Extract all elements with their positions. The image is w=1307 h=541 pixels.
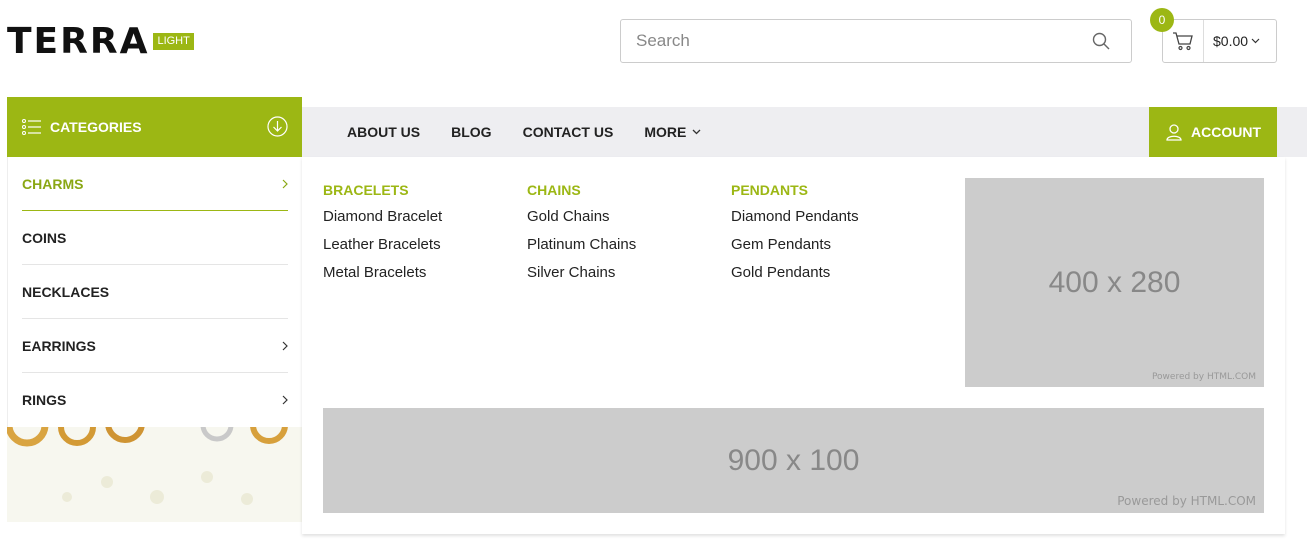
logo-badge: LIGHT <box>153 33 194 50</box>
account-button[interactable]: ACCOUNT <box>1149 107 1277 157</box>
category-list: CHARMS COINS NECKLACES EARRINGS RINGS <box>7 157 302 427</box>
site-logo[interactable]: TERRA LIGHT <box>7 24 194 60</box>
menu-link[interactable]: Platinum Chains <box>527 235 636 263</box>
nav-contact-us[interactable]: CONTACT US <box>523 124 614 140</box>
cart-button[interactable]: $0.00 <box>1162 19 1277 63</box>
placeholder-size: 400 x 280 <box>1048 266 1181 299</box>
hero-banner-image <box>7 427 302 522</box>
nav-more[interactable]: MORE <box>644 124 701 140</box>
chevron-down-icon <box>692 129 701 135</box>
menu-column-pendants: PENDANTS Diamond Pendants Gem Pendants G… <box>731 182 859 291</box>
menu-link[interactable]: Leather Bracelets <box>323 235 442 263</box>
search-box <box>620 19 1132 63</box>
logo-name: TERRA <box>7 21 150 62</box>
nav-more-label: MORE <box>644 124 687 140</box>
mega-menu: BRACELETS Diamond Bracelet Leather Brace… <box>302 157 1285 534</box>
menu-link[interactable]: Gold Chains <box>527 207 636 235</box>
menu-link[interactable]: Gem Pendants <box>731 235 859 263</box>
menu-link[interactable]: Diamond Bracelet <box>323 207 442 235</box>
chevron-right-icon <box>282 179 288 188</box>
nav-about-us[interactable]: ABOUT US <box>347 124 420 140</box>
categories-title: CATEGORIES <box>50 119 142 135</box>
column-title[interactable]: BRACELETS <box>323 182 442 198</box>
cart-total[interactable]: $0.00 <box>1204 33 1260 49</box>
category-item-coins[interactable]: COINS <box>22 211 288 265</box>
menu-column-chains: CHAINS Gold Chains Platinum Chains Silve… <box>527 182 636 291</box>
arrow-down-circle-icon <box>267 116 288 137</box>
chevron-down-icon <box>1251 38 1260 44</box>
placeholder-size: 900 x 100 <box>727 444 860 477</box>
category-item-charms[interactable]: CHARMS <box>22 157 288 211</box>
column-title[interactable]: PENDANTS <box>731 182 859 198</box>
chevron-right-icon <box>282 395 288 405</box>
menu-link[interactable]: Metal Bracelets <box>323 263 442 291</box>
placeholder-credit: Powered by HTML.COM <box>1117 494 1256 508</box>
category-label: COINS <box>22 229 67 246</box>
menu-column-bracelets: BRACELETS Diamond Bracelet Leather Brace… <box>323 182 442 291</box>
search-input[interactable] <box>621 20 1091 62</box>
wide-placeholder-image[interactable]: 900 x 100 Powered by HTML.COM <box>323 408 1264 513</box>
user-icon <box>1166 124 1182 141</box>
category-label: EARRINGS <box>22 337 96 354</box>
menu-link[interactable]: Silver Chains <box>527 263 636 291</box>
account-label: ACCOUNT <box>1191 124 1261 140</box>
list-icon <box>22 119 41 135</box>
cart-count-badge: 0 <box>1150 8 1174 32</box>
nav-blog[interactable]: BLOG <box>451 124 491 140</box>
menu-link[interactable]: Diamond Pendants <box>731 207 859 235</box>
category-item-rings[interactable]: RINGS <box>22 373 288 427</box>
jewelry-image <box>7 427 288 505</box>
placeholder-credit: Powered by HTML.COM <box>1151 372 1256 382</box>
column-title[interactable]: CHAINS <box>527 182 636 198</box>
search-icon[interactable] <box>1091 31 1111 51</box>
category-label: CHARMS <box>22 175 84 192</box>
category-label: NECKLACES <box>22 283 110 300</box>
menu-link[interactable]: Gold Pendants <box>731 263 859 291</box>
category-item-earrings[interactable]: EARRINGS <box>22 319 288 373</box>
category-item-necklaces[interactable]: NECKLACES <box>22 265 288 319</box>
side-placeholder-image[interactable]: 400 x 280 Powered by HTML.COM <box>965 178 1264 387</box>
categories-toggle[interactable]: CATEGORIES <box>7 97 302 157</box>
chevron-right-icon <box>282 341 288 350</box>
cart-amount: $0.00 <box>1213 33 1249 49</box>
category-label: RINGS <box>22 392 67 408</box>
